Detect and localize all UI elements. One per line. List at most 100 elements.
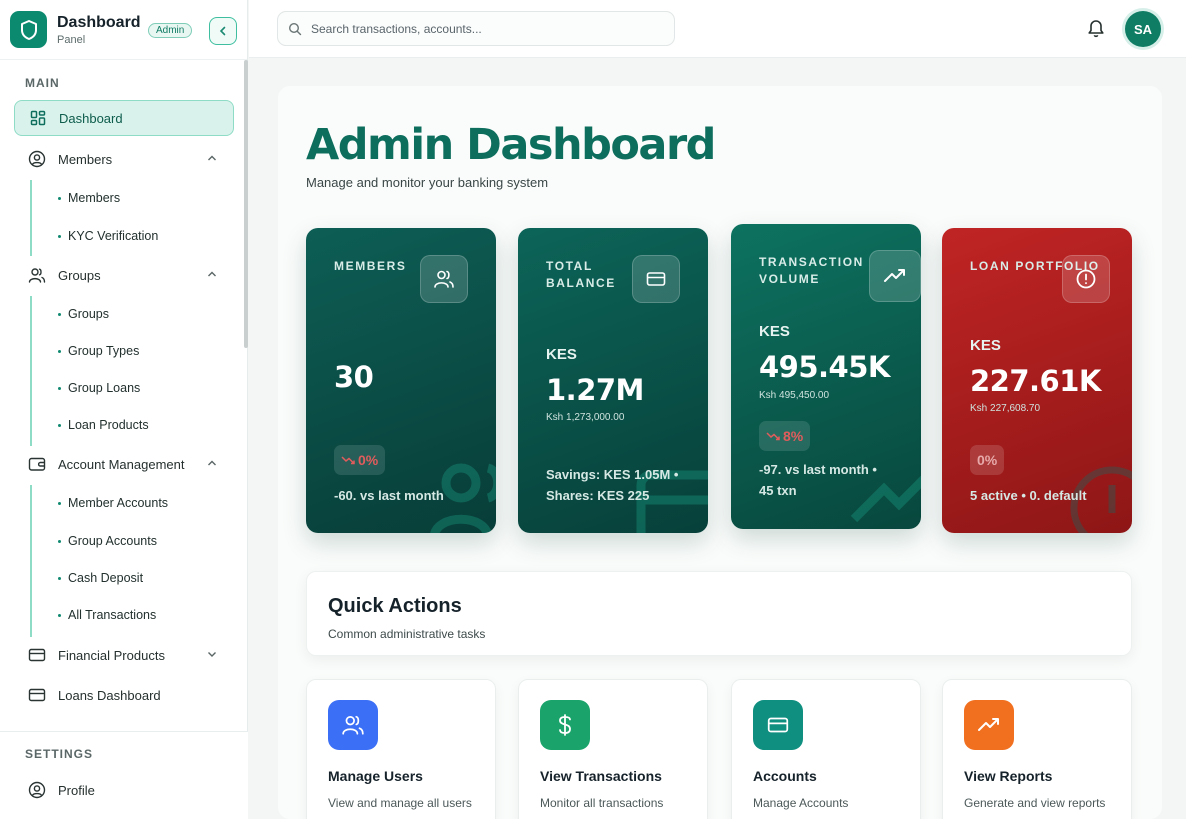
card-value: 1.27M <box>546 373 644 407</box>
stat-card-loan-portfolio[interactable]: LOAN PORTFOLIO KES 227.61K Ksh 227,608.7… <box>942 228 1132 533</box>
alert-circle-icon <box>1062 255 1110 303</box>
chevron-down-icon[interactable] <box>206 648 218 660</box>
chevron-up-icon[interactable] <box>206 457 218 469</box>
users-icon <box>328 700 378 750</box>
bullet-dot <box>58 234 61 238</box>
submenu-item-group-loans[interactable]: Group Loans <box>58 381 140 395</box>
section-label-settings: SETTINGS <box>25 747 94 761</box>
card-footer: Savings: KES 1.05M • Shares: KES 225 <box>546 467 679 503</box>
section-label-main: MAIN <box>25 76 60 90</box>
sidebar-item-financial-products[interactable]: Financial Products <box>14 637 234 673</box>
bullet-dot <box>58 539 61 543</box>
action-card-accounts[interactable]: Accounts Manage Accounts <box>731 679 921 819</box>
sidebar-scrollbar[interactable] <box>244 60 248 348</box>
card-label: TOTAL BALANCE <box>546 259 616 290</box>
submenu-item-member-accounts[interactable]: Member Accounts <box>58 496 168 510</box>
card-currency: KES <box>970 337 1001 354</box>
user-circle-icon <box>28 781 46 799</box>
change-value: 0% <box>977 452 998 468</box>
card-exact-value: Ksh 227,608.70 <box>970 403 1041 414</box>
action-subtitle: View and manage all users <box>328 796 472 810</box>
wallet-icon <box>28 455 46 473</box>
stat-card-transaction-volume[interactable]: TRANSACTION VOLUME KES 495.45K Ksh 495,4… <box>731 224 921 529</box>
submenu-label: Group Loans <box>68 381 141 395</box>
submenu-item-group-types[interactable]: Group Types <box>58 344 139 358</box>
user-circle-icon <box>28 150 46 168</box>
action-card-view-reports[interactable]: View Reports Generate and view reports <box>942 679 1132 819</box>
submenu-label: Group Types <box>68 344 140 358</box>
sidebar-item-profile[interactable]: Profile <box>14 772 234 808</box>
bell-icon[interactable] <box>1087 18 1105 38</box>
card-footer: -97. vs last month • 45 txn <box>759 462 877 498</box>
credit-card-icon <box>28 646 46 664</box>
change-chip: 8% <box>759 421 811 451</box>
user-avatar[interactable]: SA <box>1125 11 1161 47</box>
submenu-line <box>30 296 32 446</box>
sidebar-item-account-management[interactable]: Account Management <box>14 446 234 482</box>
card-label: MEMBERS <box>334 259 407 273</box>
chevron-left-icon <box>219 26 226 36</box>
sidebar-item-members[interactable]: Members <box>14 141 234 177</box>
submenu-item-loan-products[interactable]: Loan Products <box>58 418 149 432</box>
submenu-item-all-transactions[interactable]: All Transactions <box>58 608 156 622</box>
sidebar-item-groups[interactable]: Groups <box>14 257 234 293</box>
card-currency: KES <box>546 346 577 363</box>
submenu-label: Member Accounts <box>68 496 169 510</box>
stat-card-members[interactable]: MEMBERS 30 0% -60. vs last month <box>306 228 496 533</box>
change-value: 0% <box>358 452 379 468</box>
submenu-label: Cash Deposit <box>68 571 144 585</box>
action-card-view-transactions[interactable]: View Transactions Monitor all transactio… <box>518 679 708 819</box>
brand-subtitle: Panel <box>57 33 86 46</box>
quick-actions-subtitle: Common administrative tasks <box>328 627 486 641</box>
card-value: 495.45K <box>759 350 890 384</box>
sidebar-item-label: Groups <box>58 267 101 283</box>
sidebar-item-label: Loans Dashboard <box>58 687 161 703</box>
submenu-item-groups[interactable]: Groups <box>58 307 109 321</box>
collapse-sidebar-button[interactable] <box>209 17 237 45</box>
bullet-dot <box>58 501 61 505</box>
card-footer: 5 active • 0. default <box>970 488 1087 503</box>
card-currency: KES <box>759 323 790 340</box>
submenu-item-kyc[interactable]: KYC Verification <box>58 229 158 243</box>
submenu-item-cash-deposit[interactable]: Cash Deposit <box>58 571 143 585</box>
bullet-dot <box>58 576 61 580</box>
card-exact-value: Ksh 495,450.00 <box>759 390 830 401</box>
submenu-item-members[interactable]: Members <box>58 191 120 205</box>
bullet-dot <box>58 386 61 390</box>
submenu-label: Groups <box>68 307 109 321</box>
action-card-manage-users[interactable]: Manage Users View and manage all users <box>306 679 496 819</box>
stat-card-total-balance[interactable]: TOTAL BALANCE KES 1.27M Ksh 1,273,000.00… <box>518 228 708 533</box>
search-bar[interactable] <box>277 11 675 46</box>
sidebar-item-loans-dashboard[interactable]: Loans Dashboard <box>14 677 234 713</box>
submenu-label: Members <box>68 191 121 205</box>
submenu-item-group-accounts[interactable]: Group Accounts <box>58 534 157 548</box>
search-icon <box>288 22 302 35</box>
brand-title: Dashboard <box>57 13 141 31</box>
credit-card-icon <box>753 700 803 750</box>
search-input[interactable] <box>311 21 651 36</box>
sidebar: Dashboard Panel Admin MAIN Dashboard Mem… <box>0 0 248 819</box>
users-icon <box>28 266 46 284</box>
chevron-up-icon[interactable] <box>206 152 218 164</box>
page-title: Admin Dashboard <box>306 120 716 170</box>
credit-card-icon <box>28 686 46 704</box>
page-subtitle: Manage and monitor your banking system <box>306 175 549 190</box>
change-value: 8% <box>783 428 804 444</box>
bullet-dot <box>58 312 61 316</box>
bullet-dot <box>58 349 61 353</box>
admin-badge: Admin <box>148 23 193 38</box>
submenu-label: Group Accounts <box>68 534 157 548</box>
quick-actions-panel: Quick Actions Common administrative task… <box>306 571 1132 656</box>
action-title: View Transactions <box>540 768 662 784</box>
bullet-dot <box>58 613 61 617</box>
card-exact-value: Ksh 1,273,000.00 <box>546 412 625 423</box>
sidebar-nav: MAIN Dashboard Members Members KYC Verif… <box>0 60 244 732</box>
submenu-line <box>30 485 32 637</box>
chevron-up-icon[interactable] <box>206 268 218 280</box>
action-title: Manage Users <box>328 768 423 784</box>
bullet-dot <box>58 196 61 200</box>
submenu-label: Loan Products <box>68 418 149 432</box>
users-icon <box>420 255 468 303</box>
action-subtitle: Manage Accounts <box>753 796 849 810</box>
sidebar-item-dashboard[interactable]: Dashboard <box>14 100 234 136</box>
